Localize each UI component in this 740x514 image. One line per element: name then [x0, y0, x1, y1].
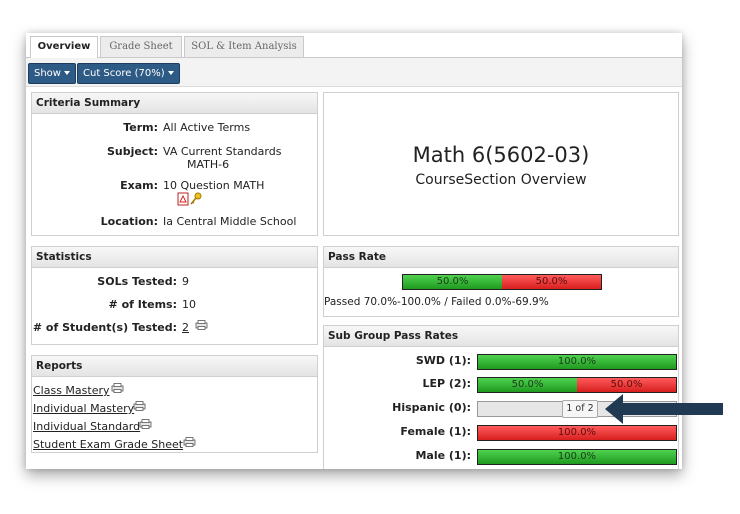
subgroup-passed-segment: 50.0%: [478, 378, 577, 392]
subgroup-label-male: Male (1):: [415, 449, 471, 462]
subgroup-bar-female: 100.0%: [477, 425, 677, 441]
subgroup-label-hispanic: Hispanic (0):: [392, 401, 471, 414]
reports-heading: Reports: [32, 356, 317, 377]
items-label: # of Items:: [108, 298, 177, 311]
key-icon[interactable]: [190, 192, 202, 205]
statistics-heading: Statistics: [32, 247, 317, 268]
pass-rate-failed-segment: 50.0%: [502, 275, 601, 289]
subgroup-failed-label: 100.0%: [557, 427, 597, 438]
pass-rate-passed-segment: 50.0%: [403, 275, 502, 289]
toolbar: Show Cut Score (70%): [26, 58, 682, 87]
printer-icon[interactable]: [195, 320, 208, 330]
pagination-tooltip: 1 of 2: [562, 400, 598, 418]
show-button-label: Show: [34, 68, 61, 79]
printer-icon[interactable]: [111, 383, 124, 393]
course-subtitle: CourseSection Overview: [415, 172, 587, 188]
subgroup-label-female: Female (1):: [400, 425, 471, 438]
tab-sol-item-analysis[interactable]: SOL & Item Analysis: [184, 36, 304, 57]
show-button[interactable]: Show: [28, 63, 76, 84]
individual-standard-link[interactable]: Individual Standard: [33, 420, 140, 433]
statistics-panel: Statistics SOLs Tested: 9 # of Items: 10…: [31, 246, 318, 345]
pdf-icon[interactable]: [177, 192, 189, 206]
cut-score-button[interactable]: Cut Score (70%): [77, 63, 180, 84]
students-tested-label: # of Student(s) Tested:: [32, 321, 177, 334]
subgroup-passed-label: 50.0%: [511, 379, 544, 390]
subject-label: Subject:: [106, 145, 158, 158]
subgroup-passed-segment: 100.0%: [478, 355, 676, 369]
subgroup-failed-segment: 50.0%: [577, 378, 676, 392]
chevron-down-icon: [167, 71, 174, 75]
printer-icon[interactable]: [133, 401, 146, 411]
pass-rate-passed-label: 50.0%: [436, 276, 469, 287]
subgroup-failed-segment: 100.0%: [478, 426, 676, 440]
subgroup-passed-label: 100.0%: [557, 451, 597, 462]
students-tested-value[interactable]: 2: [182, 321, 189, 334]
app-frame: Overview Grade Sheet SOL & Item Analysis…: [26, 33, 682, 469]
subgroup-label-lep: LEP (2):: [422, 377, 471, 390]
printer-icon[interactable]: [139, 419, 152, 429]
chevron-down-icon: [63, 71, 70, 75]
subgroup-passed-segment: 100.0%: [478, 450, 676, 464]
tab-bar: Overview Grade Sheet SOL & Item Analysis: [26, 33, 682, 58]
individual-mastery-link[interactable]: Individual Mastery: [33, 402, 134, 415]
exam-icons: [177, 192, 202, 206]
criteria-summary-heading: Criteria Summary: [32, 93, 317, 114]
subgroup-passed-label: 100.0%: [557, 356, 597, 367]
pass-rate-failed-label: 50.0%: [535, 276, 568, 287]
subject-value-line2: MATH-6: [187, 158, 230, 171]
course-title: Math 6(5602-03): [412, 143, 590, 167]
tab-overview[interactable]: Overview: [30, 36, 98, 58]
reports-panel: Reports Class Mastery Individual Mastery…: [31, 355, 318, 453]
subgroup-heading: Sub Group Pass Rates: [324, 326, 678, 347]
subgroup-failed-label: 50.0%: [610, 379, 643, 390]
pass-rate-panel: Pass Rate 50.0% 50.0% Passed 70.0%-100.0…: [323, 246, 679, 317]
subgroup-bar-male: 100.0%: [477, 449, 677, 465]
subject-value-line1: VA Current Standards: [163, 145, 282, 158]
exam-label: Exam:: [120, 179, 158, 192]
printer-icon[interactable]: [183, 437, 196, 447]
location-value: Ia Central Middle School: [163, 215, 297, 228]
sols-tested-label: SOLs Tested:: [97, 275, 177, 288]
pass-rate-heading: Pass Rate: [324, 247, 678, 268]
course-overview-panel: Math 6(5602-03) CourseSection Overview: [323, 92, 679, 236]
exam-value: 10 Question MATH: [163, 179, 265, 192]
student-exam-grade-sheet-link[interactable]: Student Exam Grade Sheet: [33, 438, 183, 451]
term-label: Term:: [123, 121, 158, 134]
subgroup-label-swd: SWD (1):: [415, 354, 471, 367]
pass-rate-legend: Passed 70.0%-100.0% / Failed 0.0%-69.9%: [324, 296, 549, 308]
criteria-summary-panel: Criteria Summary Term: All Active Terms …: [31, 92, 318, 236]
subgroup-bar-lep: 50.0% 50.0%: [477, 377, 677, 393]
pass-rate-bar: 50.0% 50.0%: [402, 274, 602, 290]
class-mastery-link[interactable]: Class Mastery: [33, 384, 110, 397]
subgroup-bar-swd: 100.0%: [477, 354, 677, 370]
location-label: Location:: [100, 215, 158, 228]
sols-tested-value: 9: [182, 275, 189, 288]
term-value: All Active Terms: [163, 121, 251, 134]
items-value: 10: [182, 298, 196, 311]
callout-arrow-icon: [605, 394, 723, 424]
cut-score-label: Cut Score (70%): [83, 68, 165, 79]
tab-grade-sheet[interactable]: Grade Sheet: [100, 36, 182, 57]
